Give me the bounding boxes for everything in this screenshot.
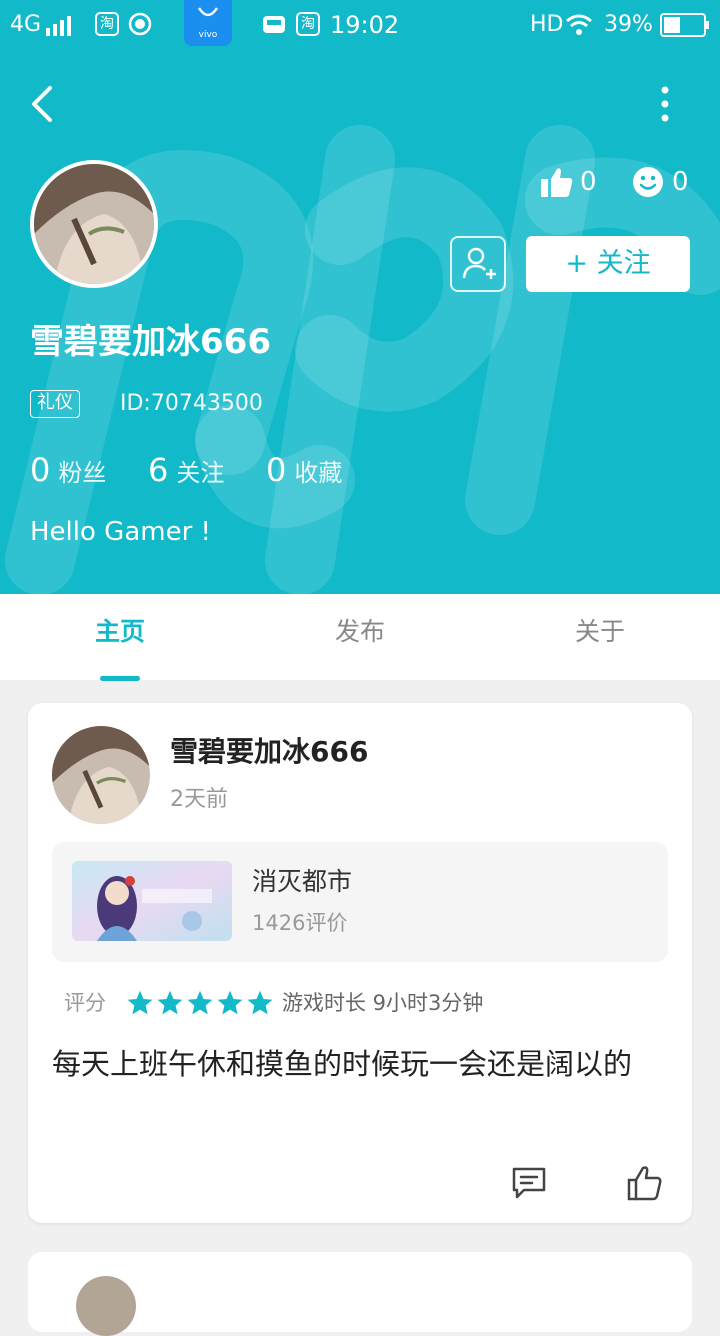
comment-icon[interactable] (510, 1164, 548, 1202)
smiles-count: 0 (672, 167, 689, 197)
tab-posts[interactable]: 发布 (240, 614, 480, 650)
likes-count-group[interactable]: 0 (540, 166, 610, 198)
wifi-icon (566, 14, 592, 35)
post-author-avatar[interactable] (52, 726, 150, 824)
star-icon (127, 990, 153, 1015)
tab-home[interactable]: 主页 (0, 614, 240, 650)
profile-username: 雪碧要加冰666 (30, 322, 271, 362)
battery-percent: 39% (604, 12, 653, 37)
following-label: 关注 (176, 459, 225, 487)
follow-button[interactable]: + 关注 (526, 236, 690, 292)
like-icon[interactable] (626, 1164, 664, 1202)
star-icon (247, 990, 273, 1015)
fans-count: 0 (30, 451, 51, 489)
thumbs-up-icon (541, 168, 573, 197)
globe-notification-icon (128, 12, 152, 36)
game-review-count: 1426评价 (252, 911, 348, 935)
rating-label: 评分 (64, 991, 106, 1015)
game-thumbnail[interactable] (72, 861, 232, 941)
smiles-count-group[interactable]: 0 (632, 166, 702, 198)
post-author-name[interactable]: 雪碧要加冰666 (170, 732, 368, 772)
clock: 19:02 (330, 11, 400, 39)
review-card-2[interactable] (28, 1252, 692, 1336)
active-tab-indicator (100, 676, 140, 681)
profile-header: 4G 淘 vivo 淘 19:02 HD 39% 0 0 + 关注 雪碧要加冰6… (0, 0, 720, 594)
star-icon (217, 990, 243, 1015)
battery-icon (660, 13, 709, 37)
signal-icon (46, 16, 71, 36)
favorites-label: 收藏 (294, 459, 343, 487)
favorites-count: 0 (266, 451, 287, 489)
game-name: 消灭都市 (252, 867, 353, 896)
add-friend-icon (462, 247, 496, 279)
following-stat[interactable]: 6 关注 (148, 450, 224, 490)
user-badge[interactable]: 礼仪 (30, 390, 80, 418)
back-arrow-icon[interactable] (24, 82, 64, 126)
more-vertical-icon[interactable] (650, 84, 680, 124)
profile-tabs: 主页 发布 关于 (0, 594, 720, 680)
hd-label: HD (530, 12, 564, 37)
playtime: 游戏时长 9小时3分钟 (282, 991, 484, 1015)
taobao-notification-icon-2: 淘 (296, 12, 320, 36)
star-icon (187, 990, 213, 1015)
favorites-stat[interactable]: 0 收藏 (266, 450, 342, 490)
fans-label: 粉丝 (58, 459, 107, 487)
network-label: 4G (10, 12, 42, 37)
status-bar: 4G 淘 vivo 淘 19:02 HD 39% (0, 0, 720, 50)
user-id: ID:70743500 (120, 391, 263, 416)
avatar[interactable] (30, 160, 158, 288)
smile-icon (633, 167, 663, 197)
taobao-notification-icon: 淘 (95, 12, 119, 36)
post-time: 2天前 (170, 787, 228, 812)
tab-about[interactable]: 关于 (480, 614, 720, 650)
car-notification-icon (263, 16, 285, 33)
vivo-app-store-icon: vivo (184, 0, 232, 46)
taptap-watermark (5, 125, 720, 594)
add-friend-button[interactable] (450, 236, 506, 292)
post-body: 每天上班午休和摸鱼的时候玩一会还是阔以的 (52, 1047, 633, 1081)
post-author-avatar-2[interactable] (76, 1276, 136, 1336)
likes-count: 0 (580, 167, 597, 197)
star-icon (157, 990, 183, 1015)
profile-bio: Hello Gamer ! (30, 517, 211, 547)
following-count: 6 (148, 451, 169, 489)
fans-stat[interactable]: 0 粉丝 (30, 450, 106, 490)
